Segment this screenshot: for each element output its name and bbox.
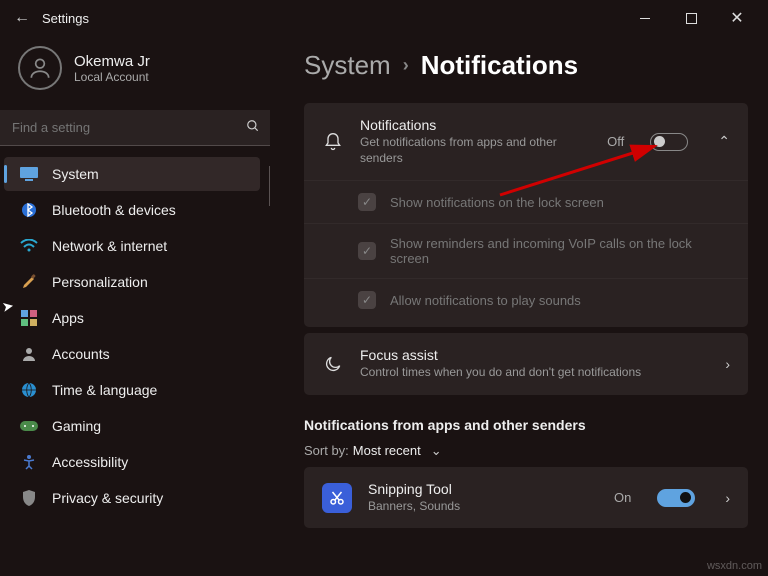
sidebar-item-network[interactable]: Network & internet [4, 229, 260, 263]
accounts-icon [20, 345, 38, 363]
main-content: System › Notifications Notifications Get… [270, 36, 768, 576]
moon-icon [322, 354, 344, 374]
nav-list: System Bluetooth & devices Network & int… [0, 156, 270, 516]
globe-icon [20, 381, 38, 399]
breadcrumb-parent[interactable]: System [304, 50, 391, 81]
sidebar-item-bluetooth[interactable]: Bluetooth & devices [4, 193, 260, 227]
chevron-down-icon: ⌄ [431, 443, 442, 459]
close-button[interactable]: ✕ [714, 0, 760, 36]
snipping-tool-icon [322, 483, 352, 513]
paintbrush-icon [20, 273, 38, 291]
titlebar: ← Settings ✕ [0, 0, 768, 36]
opt-sounds: ✓ Allow notifications to play sounds [304, 278, 748, 321]
app-snipping-tool-card[interactable]: Snipping Tool Banners, Sounds On › [304, 467, 748, 529]
sidebar-item-label: Accounts [52, 346, 110, 362]
sidebar-item-personalization[interactable]: Personalization [4, 265, 260, 299]
search-icon [236, 119, 270, 136]
sidebar-item-label: Privacy & security [52, 490, 163, 506]
apps-icon [20, 309, 38, 327]
chevron-right-icon: › [725, 490, 730, 506]
sort-value: Most recent [353, 443, 421, 458]
breadcrumb: System › Notifications [304, 50, 748, 81]
chevron-right-icon: › [403, 55, 409, 76]
notifications-title: Notifications [360, 117, 591, 133]
app-name: Snipping Tool [368, 481, 598, 497]
sort-label: Sort by: [304, 443, 349, 458]
bluetooth-icon [20, 201, 38, 219]
chevron-up-icon[interactable]: ⌃ [718, 133, 730, 150]
sidebar-item-label: Network & internet [52, 238, 167, 254]
window-title: Settings [42, 11, 89, 26]
checkbox-icon[interactable]: ✓ [358, 193, 376, 211]
opt-label: Show notifications on the lock screen [390, 195, 604, 210]
focus-title: Focus assist [360, 347, 695, 363]
sidebar-item-apps[interactable]: Apps [4, 301, 260, 335]
opt-label: Show reminders and incoming VoIP calls o… [390, 236, 730, 266]
cursor-icon: ➤ [1, 297, 16, 316]
app-desc: Banners, Sounds [368, 499, 598, 515]
maximize-button[interactable] [668, 0, 714, 36]
user-name: Okemwa Jr [74, 53, 150, 70]
checkbox-icon[interactable]: ✓ [358, 291, 376, 309]
minimize-button[interactable] [622, 0, 668, 36]
chevron-right-icon: › [725, 356, 730, 372]
notifications-row[interactable]: Notifications Get notifications from app… [304, 103, 748, 180]
search-input[interactable] [0, 120, 236, 135]
sidebar-item-label: Apps [52, 310, 84, 326]
sidebar-item-label: Gaming [52, 418, 101, 434]
apps-section-title: Notifications from apps and other sender… [304, 417, 748, 433]
sidebar-item-privacy[interactable]: Privacy & security [4, 481, 260, 515]
notifications-state-label: Off [607, 134, 624, 149]
avatar [18, 46, 62, 90]
wifi-icon [20, 237, 38, 255]
search-box[interactable] [0, 110, 270, 146]
opt-lock-screen: ✓ Show notifications on the lock screen [304, 180, 748, 223]
gaming-icon [20, 417, 38, 435]
sort-by[interactable]: Sort by: Most recent ⌄ [304, 443, 748, 459]
shield-icon [20, 489, 38, 507]
focus-assist-card[interactable]: Focus assist Control times when you do a… [304, 333, 748, 395]
sidebar-item-gaming[interactable]: Gaming [4, 409, 260, 443]
notifications-toggle[interactable] [650, 133, 688, 151]
page-title: Notifications [421, 50, 578, 81]
sidebar: Okemwa Jr Local Account System Bluetooth… [0, 36, 270, 576]
sidebar-item-label: Bluetooth & devices [52, 202, 176, 218]
sidebar-item-label: Time & language [52, 382, 157, 398]
user-account-type: Local Account [74, 70, 150, 84]
sidebar-item-accessibility[interactable]: Accessibility [4, 445, 260, 479]
sidebar-item-time-language[interactable]: Time & language [4, 373, 260, 407]
sidebar-item-system[interactable]: System [4, 157, 260, 191]
system-icon [20, 165, 38, 183]
app-toggle[interactable] [657, 489, 695, 507]
sidebar-item-accounts[interactable]: Accounts [4, 337, 260, 371]
sidebar-item-label: Personalization [52, 274, 148, 290]
sidebar-item-label: Accessibility [52, 454, 128, 470]
opt-label: Allow notifications to play sounds [390, 293, 581, 308]
notifications-desc: Get notifications from apps and other se… [360, 135, 591, 166]
watermark: wsxdn.com [707, 560, 762, 572]
accessibility-icon [20, 453, 38, 471]
focus-desc: Control times when you do and don't get … [360, 365, 695, 381]
sidebar-scroll-divider [269, 166, 270, 206]
opt-reminders: ✓ Show reminders and incoming VoIP calls… [304, 223, 748, 278]
app-state-label: On [614, 490, 631, 505]
sidebar-item-label: System [52, 166, 99, 182]
notifications-card: Notifications Get notifications from app… [304, 103, 748, 327]
bell-icon [322, 132, 344, 152]
checkbox-icon[interactable]: ✓ [358, 242, 376, 260]
back-button[interactable]: ← [8, 9, 36, 27]
user-profile[interactable]: Okemwa Jr Local Account [0, 36, 270, 106]
